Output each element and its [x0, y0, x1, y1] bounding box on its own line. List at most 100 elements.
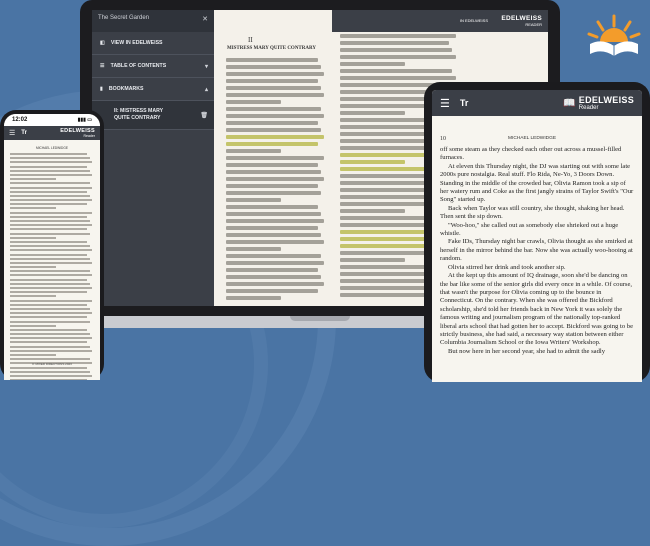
text-line [340, 111, 405, 115]
panel-item-label: VIEW IN EDELWEISS [110, 40, 163, 46]
text-line [226, 296, 281, 300]
text-line [10, 169, 90, 172]
text-line [226, 135, 324, 139]
paragraph: "Woo-hoo," she called out as somebody el… [440, 221, 619, 238]
bookmark-icon: ▮ [100, 86, 103, 92]
text-line [10, 345, 90, 348]
text-line [226, 100, 281, 104]
menu-icon[interactable]: ☰ [9, 129, 15, 137]
text-line [10, 203, 88, 206]
text-line [10, 316, 88, 319]
list-icon: ☰ [100, 63, 105, 69]
text-line [10, 295, 57, 298]
text-line [226, 198, 281, 202]
text-line [10, 349, 93, 352]
text-line [10, 299, 93, 302]
text-line [10, 194, 90, 197]
view-in-edelweiss-button[interactable]: ◧ VIEW IN EDELWEISS [92, 32, 214, 55]
font-settings-button[interactable]: Tr [21, 130, 27, 136]
text-line [10, 186, 93, 189]
text-line [226, 268, 318, 272]
text-line [10, 253, 88, 256]
text-line [226, 128, 321, 132]
text-line [10, 366, 88, 369]
text-line [226, 58, 318, 62]
signal-battery-icon: ▮▮▮ ▭ [77, 117, 92, 123]
font-settings-button[interactable]: Tr [460, 98, 469, 108]
table-of-contents-button[interactable]: ☰ TABLE OF CONTENTS ▾ [92, 55, 214, 78]
text-line [10, 261, 93, 264]
panel-item-label: TABLE OF CONTENTS [110, 63, 167, 69]
open-in-edelweiss-link[interactable]: IN EDELWEISS [460, 18, 488, 23]
text-line [340, 48, 453, 52]
paragraph: Olivia stirred her drink and took anothe… [448, 263, 566, 271]
bookmark-item[interactable]: II: MISTRESS MARY QUITE CONTRARY 🗑 [92, 101, 214, 130]
chevron-down-icon: ▾ [204, 63, 208, 70]
text-line [340, 55, 456, 59]
text-line [10, 161, 93, 164]
text-line [10, 328, 88, 331]
edelweiss-logo: EDELWEISS Reader [60, 128, 95, 138]
text-line [226, 289, 318, 293]
text-line [10, 215, 88, 218]
text-line [340, 76, 456, 80]
bookmarks-button[interactable]: ▮ BOOKMARKS ▴ [92, 78, 214, 101]
text-line [10, 287, 93, 289]
text-line [10, 157, 90, 160]
text-line [10, 266, 57, 269]
text-line [10, 278, 88, 281]
text-line [10, 173, 93, 176]
laptop-toolbar: EDELWEISS READER IN EDELWEISS [332, 10, 548, 32]
menu-icon[interactable]: ☰ [440, 97, 450, 110]
tablet-screen: ☰ Tr 📖 EDELWEISS Reader 10 MICHAEL LEDWI… [432, 90, 642, 382]
text-line [10, 374, 93, 377]
chevron-up-icon: ▴ [204, 86, 208, 93]
chapter-footer: II: MIXED DIRECTIONS 2023 [32, 362, 72, 366]
phone-device: 12:02 ▮▮▮ ▭ ☰ Tr EDELWEISS Reader MICHAE… [0, 110, 104, 380]
text-line [10, 199, 93, 202]
phone-screen: 12:02 ▮▮▮ ▭ ☰ Tr EDELWEISS Reader MICHAE… [4, 114, 100, 380]
tablet-toolbar: ☰ Tr 📖 EDELWEISS Reader [432, 90, 642, 116]
text-line [226, 205, 318, 209]
reader-side-panel: The Secret Garden ✕ ◧ VIEW IN EDELWEISS … [92, 10, 214, 306]
edelweiss-logo: 📖 EDELWEISS Reader [563, 94, 634, 111]
text-line [10, 249, 93, 252]
status-bar: 12:02 ▮▮▮ ▭ [4, 114, 100, 126]
edelweiss-logo: EDELWEISS READER [501, 15, 542, 27]
text-line [10, 333, 90, 336]
text-line [226, 184, 318, 188]
text-line [226, 226, 318, 230]
text-line [226, 254, 321, 258]
text-line [340, 62, 405, 66]
text-line [10, 324, 57, 327]
bookmark-label: II: MISTRESS MARY QUITE CONTRARY [114, 108, 163, 121]
text-line [10, 245, 90, 248]
text-line [10, 337, 93, 340]
text-line [10, 320, 90, 323]
text-line [10, 207, 57, 210]
text-line [226, 142, 318, 146]
text-line [226, 79, 318, 83]
text-line [226, 247, 281, 251]
text-line [10, 358, 90, 361]
text-line [10, 370, 90, 373]
running-head: 10 MICHAEL LEDWIDGE [432, 116, 642, 146]
left-text-column [226, 58, 326, 303]
close-icon[interactable]: ✕ [202, 15, 208, 23]
trash-icon[interactable]: 🗑 [200, 112, 208, 119]
text-line [226, 275, 321, 279]
text-line [226, 177, 324, 181]
text-line [226, 282, 324, 286]
author-name: MICHAEL LEDWIDGE [508, 136, 557, 141]
book-title: The Secret Garden [98, 15, 150, 21]
text-line [340, 69, 453, 73]
text-line [10, 274, 93, 277]
text-line [10, 291, 88, 294]
text-line [226, 65, 321, 69]
text-line [10, 240, 88, 243]
text-line [340, 41, 449, 45]
text-line [340, 160, 405, 164]
text-line [10, 236, 57, 239]
text-line [226, 149, 281, 153]
text-line [10, 257, 90, 260]
